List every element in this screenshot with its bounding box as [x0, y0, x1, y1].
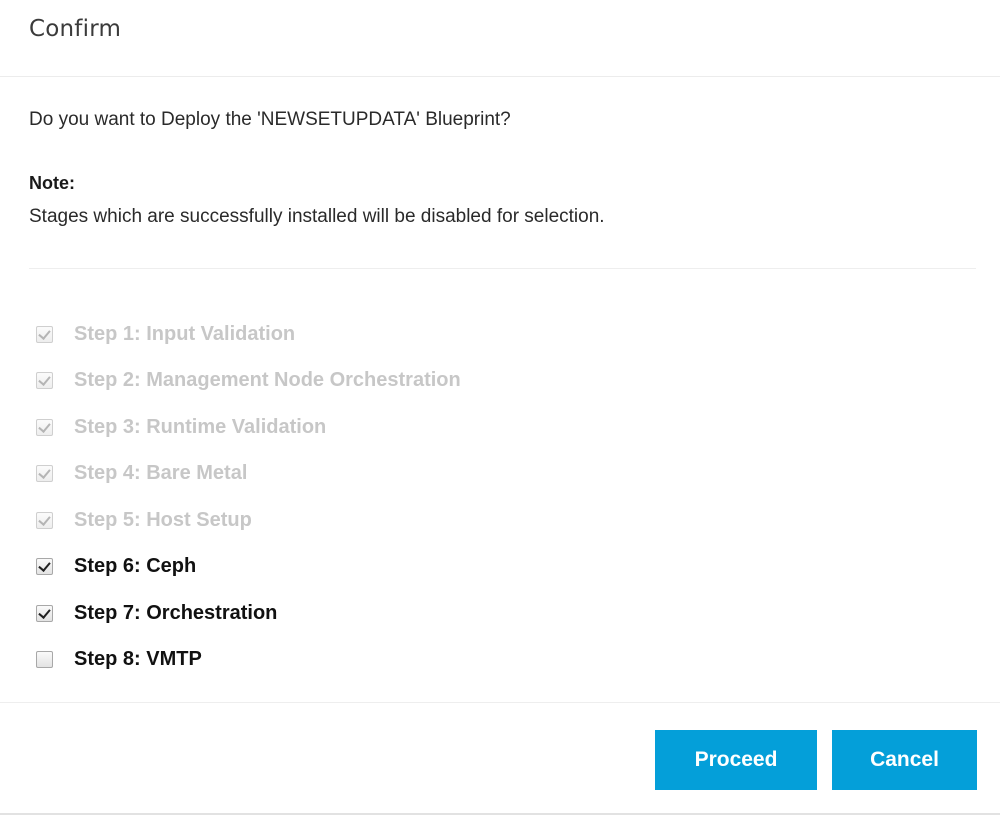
step-3-label: Step 3: Runtime Validation: [74, 415, 327, 438]
step-item-7[interactable]: Step 7: Orchestration: [36, 590, 461, 637]
step-8-checkbox[interactable]: [36, 651, 53, 669]
step-8-label[interactable]: Step 8: VMTP: [74, 648, 202, 671]
step-item-2: Step 2: Management Node Orchestration: [36, 358, 461, 405]
step-6-checkbox[interactable]: [36, 558, 53, 576]
note-text: Stages which are successfully installed …: [29, 206, 605, 227]
dialog-header: Confirm: [0, 0, 1000, 77]
step-6-label[interactable]: Step 6: Ceph: [74, 555, 196, 578]
step-2-checkbox: [36, 372, 53, 390]
step-2-label: Step 2: Management Node Orchestration: [74, 369, 461, 392]
note-label: Note:: [29, 173, 75, 193]
step-item-4: Step 4: Bare Metal: [36, 451, 461, 498]
step-1-label: Step 1: Input Validation: [74, 322, 296, 345]
step-7-checkbox[interactable]: [36, 604, 53, 622]
cancel-button[interactable]: Cancel: [832, 730, 977, 790]
dialog-body: Do you want to Deploy the 'NEWSETUPDATA'…: [0, 77, 1000, 702]
step-3-checkbox: [36, 418, 53, 436]
step-item-3: Step 3: Runtime Validation: [36, 404, 461, 451]
step-4-checkbox: [36, 465, 53, 483]
steps-list: Step 1: Input Validation Step 2: Managem…: [36, 311, 461, 683]
step-5-label: Step 5: Host Setup: [74, 508, 252, 531]
step-4-label: Step 4: Bare Metal: [74, 462, 248, 485]
dialog-footer: Proceed Cancel: [0, 702, 1000, 815]
step-5-checkbox: [36, 511, 53, 529]
proceed-button[interactable]: Proceed: [655, 730, 817, 790]
step-item-6[interactable]: Step 6: Ceph: [36, 544, 461, 591]
step-1-checkbox: [36, 325, 53, 343]
step-item-1: Step 1: Input Validation: [36, 311, 461, 358]
step-item-5: Step 5: Host Setup: [36, 497, 461, 544]
deploy-question: Do you want to Deploy the 'NEWSETUPDATA'…: [29, 109, 511, 130]
dialog-title: Confirm: [29, 16, 122, 42]
divider: [29, 268, 976, 269]
step-item-8[interactable]: Step 8: VMTP: [36, 637, 461, 684]
step-7-label[interactable]: Step 7: Orchestration: [74, 602, 277, 625]
confirm-dialog: Confirm Do you want to Deploy the 'NEWSE…: [0, 0, 1000, 815]
